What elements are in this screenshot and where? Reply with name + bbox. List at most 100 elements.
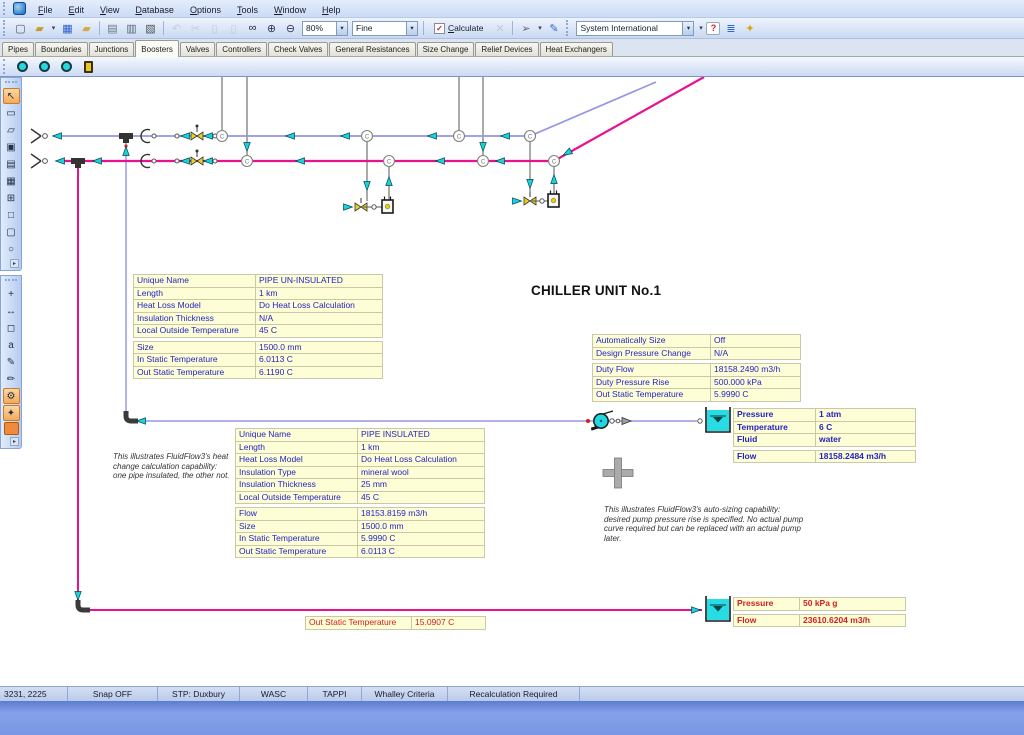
menu-1[interactable]: Edit	[61, 3, 93, 17]
tab-pipes[interactable]: Pipes	[2, 42, 34, 56]
comment-balloon-tool[interactable]: ◻	[3, 320, 20, 336]
print-preview-icon[interactable]: ▥	[123, 20, 140, 36]
tab-relief-devices[interactable]: Relief Devices	[475, 42, 538, 56]
tool-group-handle[interactable]	[5, 279, 17, 283]
stencil-drag-handle[interactable]	[3, 59, 8, 74]
tab-check-valves[interactable]: Check Valves	[268, 42, 328, 56]
units-system-select[interactable]: System International▾	[576, 21, 694, 36]
stencil-booster-inline-pump[interactable]	[34, 58, 54, 75]
lasso-tool[interactable]: ▱	[3, 122, 20, 138]
find-binoculars-icon[interactable]: ∞	[244, 20, 261, 36]
tool-group-handle[interactable]	[5, 81, 17, 85]
results-table-inlet-boundary[interactable]: Pressure1 atmTemperature6 CFluidwaterFlo…	[733, 408, 916, 466]
save-icon[interactable]: ▦	[59, 20, 76, 36]
menu-2[interactable]: View	[92, 3, 127, 17]
stencil-booster-canister-pump[interactable]	[78, 58, 98, 75]
component-list-icon[interactable]: ▤	[104, 20, 121, 36]
tool-group-1: ↖▭▱▣▤▦⊞□▢○ ▸	[0, 77, 22, 271]
results-table-outlet-pipe[interactable]: Out Static Temperature15.0907 C	[305, 616, 486, 633]
menu-5[interactable]: Tools	[229, 3, 266, 17]
text-box-tool[interactable]: ▤	[3, 156, 20, 172]
tab-valves[interactable]: Valves	[180, 42, 215, 56]
grid-tool[interactable]: ⊞	[3, 190, 20, 206]
svg-text:C: C	[457, 135, 462, 141]
stencil-booster-rotary-pump[interactable]	[56, 58, 76, 75]
status-panel-4[interactable]: TAPPI	[308, 687, 362, 701]
undo-icon[interactable]: ↶	[168, 20, 185, 36]
menubar-drag-handle[interactable]	[3, 2, 8, 16]
property-label: Out Static Temperature	[134, 366, 256, 379]
paste-icon[interactable]: ▯	[225, 20, 242, 36]
calculate-button[interactable]: ✓Calculate	[429, 20, 488, 37]
zoom-out-icon[interactable]: ⊖	[282, 20, 299, 36]
status-panel-0[interactable]: 3231, 2225	[0, 687, 68, 701]
property-label: Out Static Temperature	[306, 617, 412, 630]
cut-icon[interactable]: ✂	[187, 20, 204, 36]
menu-7[interactable]: Help	[314, 3, 349, 17]
menu-3[interactable]: Database	[127, 3, 182, 17]
folder-icon[interactable]: ▰	[78, 20, 95, 36]
tab-junctions[interactable]: Junctions	[89, 42, 135, 56]
wand-tool[interactable]: ✦	[3, 405, 20, 421]
detail-level-select[interactable]: Fine▾	[352, 21, 418, 36]
pointer-mode-caret[interactable]: ▾	[535, 24, 544, 32]
property-table-section: Flow23610.6204 m3/h	[733, 614, 906, 628]
detail-level-select-caret[interactable]: ▾	[406, 22, 417, 35]
move-tool[interactable]: +	[3, 286, 20, 302]
copy-icon[interactable]: ▯	[206, 20, 223, 36]
zoom-level-select[interactable]: 80%▾	[302, 21, 348, 36]
toolbar-drag-handle[interactable]	[566, 20, 571, 36]
pen-tool[interactable]: ✎	[3, 354, 20, 370]
pencil-tool[interactable]: ✏	[3, 371, 20, 387]
image-tool[interactable]: ▦	[3, 173, 20, 189]
tab-controllers[interactable]: Controllers	[216, 42, 267, 56]
tab-size-change[interactable]: Size Change	[417, 42, 475, 56]
marquee-tool[interactable]: ▣	[3, 139, 20, 155]
status-panel-6[interactable]: Recalculation Required	[448, 687, 580, 701]
annotate-pencil-icon[interactable]: ✎	[545, 20, 562, 36]
zoom-level-select-caret[interactable]: ▾	[336, 22, 347, 35]
color-swatch-tool[interactable]	[4, 422, 19, 435]
open-file-caret[interactable]: ▾	[49, 24, 58, 32]
align-tool[interactable]: ↔	[3, 303, 20, 319]
zoom-window-tool[interactable]: ▭	[3, 105, 20, 121]
select-tool[interactable]: ↖	[3, 88, 20, 104]
stencil-booster-centrifugal-pump[interactable]	[12, 58, 32, 75]
ellipse-tool[interactable]: ○	[3, 241, 20, 257]
units-system-select-caret[interactable]: ▾	[682, 22, 693, 35]
tab-general-resistances[interactable]: General Resistances	[329, 42, 415, 56]
menu-4[interactable]: Options	[182, 3, 229, 17]
status-panel-3[interactable]: WASC	[240, 687, 308, 701]
toolbar-drag-handle[interactable]	[3, 20, 8, 36]
results-table-outlet-boundary[interactable]: Pressure50 kPa gFlow23610.6204 m3/h	[733, 597, 906, 630]
menu-6[interactable]: Window	[266, 3, 314, 17]
open-file-icon[interactable]: ▰	[31, 20, 48, 36]
status-panel-5[interactable]: Whalley Criteria	[362, 687, 448, 701]
property-value: Do Heat Loss Calculation	[256, 300, 383, 313]
new-document-icon[interactable]: ▢	[12, 20, 29, 36]
tool-group-overflow[interactable]: ▸	[10, 437, 19, 446]
results-table-pipe-insulated[interactable]: Unique NamePIPE INSULATEDLength1 kmHeat …	[235, 428, 485, 561]
zoom-in-icon[interactable]: ⊕	[263, 20, 280, 36]
tab-boosters[interactable]: Boosters	[135, 40, 179, 57]
rounded-rectangle-tool[interactable]: ▢	[3, 224, 20, 240]
property-label: Insulation Thickness	[134, 312, 256, 325]
pointer-mode-icon[interactable]: ➢	[517, 20, 534, 36]
help-query-icon[interactable]: ?	[706, 22, 720, 35]
status-panel-1[interactable]: Snap OFF	[68, 687, 158, 701]
menu-0[interactable]: File	[30, 3, 61, 17]
stop-calculation-icon[interactable]: ✕	[491, 20, 508, 36]
results-table-pipe-uninsulated[interactable]: Unique NamePIPE UN-INSULATEDLength1 kmHe…	[133, 274, 383, 382]
print-icon[interactable]: ▧	[142, 20, 159, 36]
tool-group-overflow[interactable]: ▸	[10, 259, 19, 268]
results-list-icon[interactable]: ≣	[722, 20, 739, 36]
rectangle-tool[interactable]: □	[3, 207, 20, 223]
tab-heat-exchangers[interactable]: Heat Exchangers	[540, 42, 613, 56]
results-table-pump[interactable]: Automatically SizeOffDesign Pressure Cha…	[592, 334, 801, 405]
wrench-tool[interactable]: ⚙	[3, 388, 20, 404]
units-extra-caret[interactable]: ▾	[696, 24, 705, 32]
tab-boundaries[interactable]: Boundaries	[35, 42, 87, 56]
status-panel-2[interactable]: STP: Duxbury	[158, 687, 240, 701]
license-key-icon[interactable]: ✦	[741, 20, 758, 36]
text-tool[interactable]: a	[3, 337, 20, 353]
